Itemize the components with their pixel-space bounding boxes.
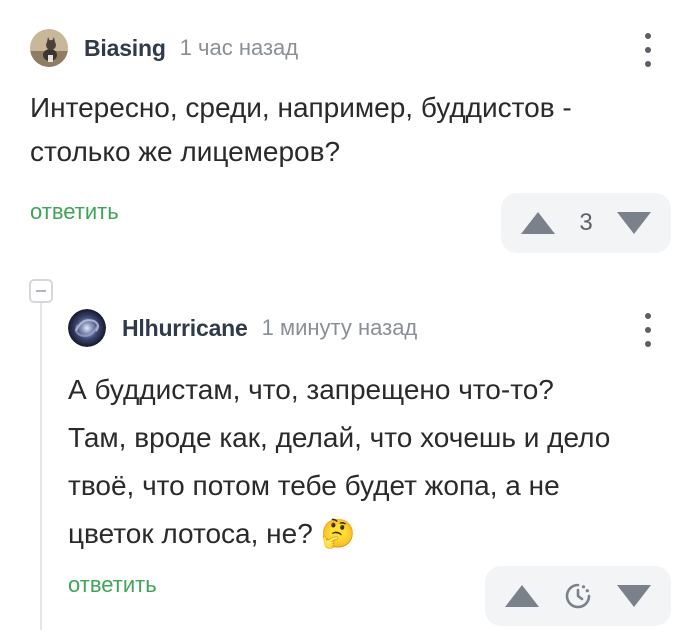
pending-clock-icon xyxy=(565,583,591,609)
upvote-arrow-icon[interactable] xyxy=(521,212,555,234)
author-name[interactable]: Biasing xyxy=(84,35,166,62)
comment-header: Biasing 1 час назад xyxy=(30,29,298,67)
vote-control xyxy=(485,566,671,626)
galaxy-avatar-icon xyxy=(68,309,106,347)
comment-text: А буддистам, что, запрещено что-то? Там,… xyxy=(68,366,610,558)
more-options-icon[interactable] xyxy=(636,30,660,70)
avatar[interactable] xyxy=(30,29,68,67)
comment-text-line: твоё, что потом тебе будет жопа, а не xyxy=(68,470,560,501)
more-options-icon[interactable] xyxy=(636,310,660,350)
downvote-arrow-icon[interactable] xyxy=(617,585,651,607)
timestamp[interactable]: 1 минуту назад xyxy=(262,315,418,341)
downvote-arrow-icon[interactable] xyxy=(616,212,651,234)
comment-text-line: столько же лицемеров? xyxy=(30,136,341,167)
cat-avatar-icon xyxy=(30,29,68,67)
avatar[interactable] xyxy=(68,309,106,347)
reply-button[interactable]: ответить xyxy=(30,199,119,225)
timestamp[interactable]: 1 час назад xyxy=(180,35,298,61)
comment-text-line: Там, вроде как, делай, что хочешь и дело xyxy=(68,422,611,453)
collapse-thread-button[interactable] xyxy=(29,279,53,303)
thread-line[interactable] xyxy=(40,300,42,630)
comment-header: Hlhurricane 1 минуту назад xyxy=(68,309,417,347)
comment-text-line-last: цветок лотоса, не? 🤔 xyxy=(68,510,610,558)
reply-button[interactable]: ответить xyxy=(68,572,157,598)
comment-text: Интересно, среди, например, буддистов - … xyxy=(30,86,572,174)
comment-text-line: Интересно, среди, например, буддистов - xyxy=(30,92,572,123)
vote-control: 3 xyxy=(501,193,671,253)
comment-text-line: цветок лотоса, не? xyxy=(68,518,313,549)
score-value: 3 xyxy=(579,209,593,236)
upvote-arrow-icon[interactable] xyxy=(505,585,539,607)
author-name[interactable]: Hlhurricane xyxy=(122,315,248,342)
comment-text-line: А буддистам, что, запрещено что-то? xyxy=(68,374,554,405)
thinking-face-emoji: 🤔 xyxy=(320,518,356,549)
